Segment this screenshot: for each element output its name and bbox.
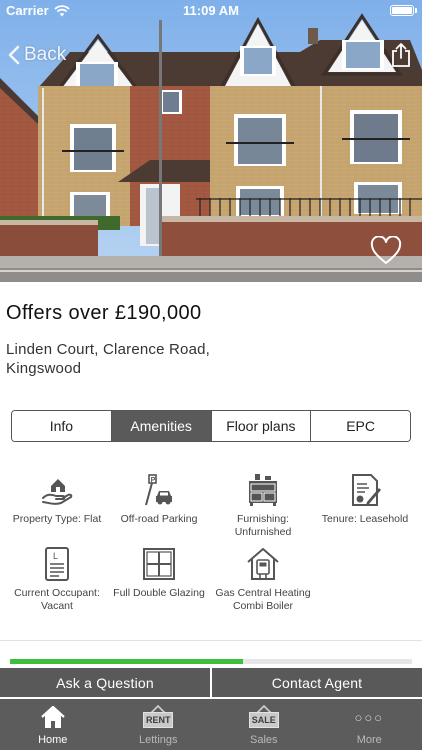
tabbar-item-home[interactable]: Home bbox=[0, 699, 106, 750]
back-label: Back bbox=[24, 44, 67, 65]
certificate-icon bbox=[352, 474, 381, 506]
tabbar-item-lettings[interactable]: RENT Lettings bbox=[106, 699, 212, 750]
furniture-icon bbox=[249, 474, 277, 506]
amenity-glazing: Full Double Glazing bbox=[104, 546, 214, 600]
heart-icon bbox=[370, 235, 402, 264]
document-icon: L bbox=[45, 547, 69, 581]
listing-address: Linden Court, Clarence Road, Kingswood bbox=[6, 341, 211, 377]
battery-cap bbox=[415, 8, 417, 13]
divider bbox=[0, 640, 422, 641]
svg-text:L: L bbox=[53, 551, 58, 561]
amenity-label: Off-road Parking bbox=[120, 513, 198, 525]
boiler-icon bbox=[247, 548, 279, 580]
battery-icon bbox=[390, 5, 414, 16]
contact-agent-button[interactable]: Contact Agent bbox=[212, 668, 422, 697]
amenity-label: Current Occupant: Vacant bbox=[14, 587, 100, 612]
share-button[interactable] bbox=[390, 42, 412, 68]
tabbar-label: Home bbox=[38, 734, 68, 746]
chevron-left-icon bbox=[8, 45, 20, 65]
amenity-label: Full Double Glazing bbox=[113, 587, 205, 599]
tabbar-label: Lettings bbox=[138, 734, 178, 746]
status-time: 11:09 AM bbox=[183, 3, 239, 18]
house-in-hand-icon bbox=[42, 479, 73, 505]
tab-info[interactable]: Info bbox=[12, 411, 112, 441]
listing-price: Offers over £190,000 bbox=[6, 302, 202, 324]
amenity-label: Tenure: Leasehold bbox=[321, 513, 409, 525]
amenity-label: Property Type: Flat bbox=[12, 513, 102, 525]
amenity-label: Gas Central Heating Combi Boiler bbox=[215, 587, 311, 612]
amenity-tenure: Tenure: Leasehold bbox=[310, 472, 420, 526]
tabbar-label: Sales bbox=[249, 734, 278, 746]
amenity-label: Furnishing: Unfurnished bbox=[234, 513, 292, 538]
favourite-button[interactable] bbox=[370, 235, 402, 266]
amenity-heating: Gas Central Heating Combi Boiler bbox=[208, 546, 318, 613]
action-buttons: Ask a Question Contact Agent bbox=[0, 668, 422, 697]
tabbar-item-more[interactable]: ○○○ More bbox=[317, 699, 422, 750]
status-bar: Carrier 11:09 AM bbox=[0, 0, 422, 22]
tab-floor-plans[interactable]: Floor plans bbox=[211, 411, 312, 441]
bottom-tab-bar: Home RENT Lettings SALE Sales ○○○ More bbox=[0, 699, 422, 750]
amenities-grid: Property Type: Flat P Off-road Parking F… bbox=[0, 470, 422, 630]
home-icon bbox=[41, 705, 65, 728]
sale-sign-text: SALE bbox=[248, 712, 279, 728]
progress-track bbox=[10, 659, 412, 664]
back-button[interactable]: Back bbox=[8, 44, 66, 66]
share-icon bbox=[392, 43, 410, 67]
amenity-property-type: Property Type: Flat bbox=[2, 472, 112, 526]
rent-sign-icon: RENT bbox=[143, 704, 174, 730]
rent-sign-text: RENT bbox=[143, 712, 174, 728]
more-dots-icon: ○○○ bbox=[354, 710, 385, 725]
tab-epc[interactable]: EPC bbox=[311, 411, 410, 441]
tab-amenities[interactable]: Amenities bbox=[111, 411, 212, 441]
amenity-parking: P Off-road Parking bbox=[104, 472, 214, 526]
amenity-occupant: L Current Occupant: Vacant bbox=[2, 546, 112, 613]
detail-tabs: Info Amenities Floor plans EPC bbox=[11, 410, 411, 442]
ask-question-button[interactable]: Ask a Question bbox=[0, 668, 210, 697]
parking-car-icon: P bbox=[145, 474, 172, 506]
amenity-furnishing: Furnishing: Unfurnished bbox=[208, 472, 318, 539]
tabbar-label: More bbox=[356, 734, 382, 746]
sale-sign-icon: SALE bbox=[248, 704, 279, 730]
property-photo[interactable] bbox=[0, 0, 422, 282]
progress-fill bbox=[10, 659, 244, 664]
tabbar-item-sales[interactable]: SALE Sales bbox=[211, 699, 317, 750]
window-icon bbox=[143, 548, 175, 580]
